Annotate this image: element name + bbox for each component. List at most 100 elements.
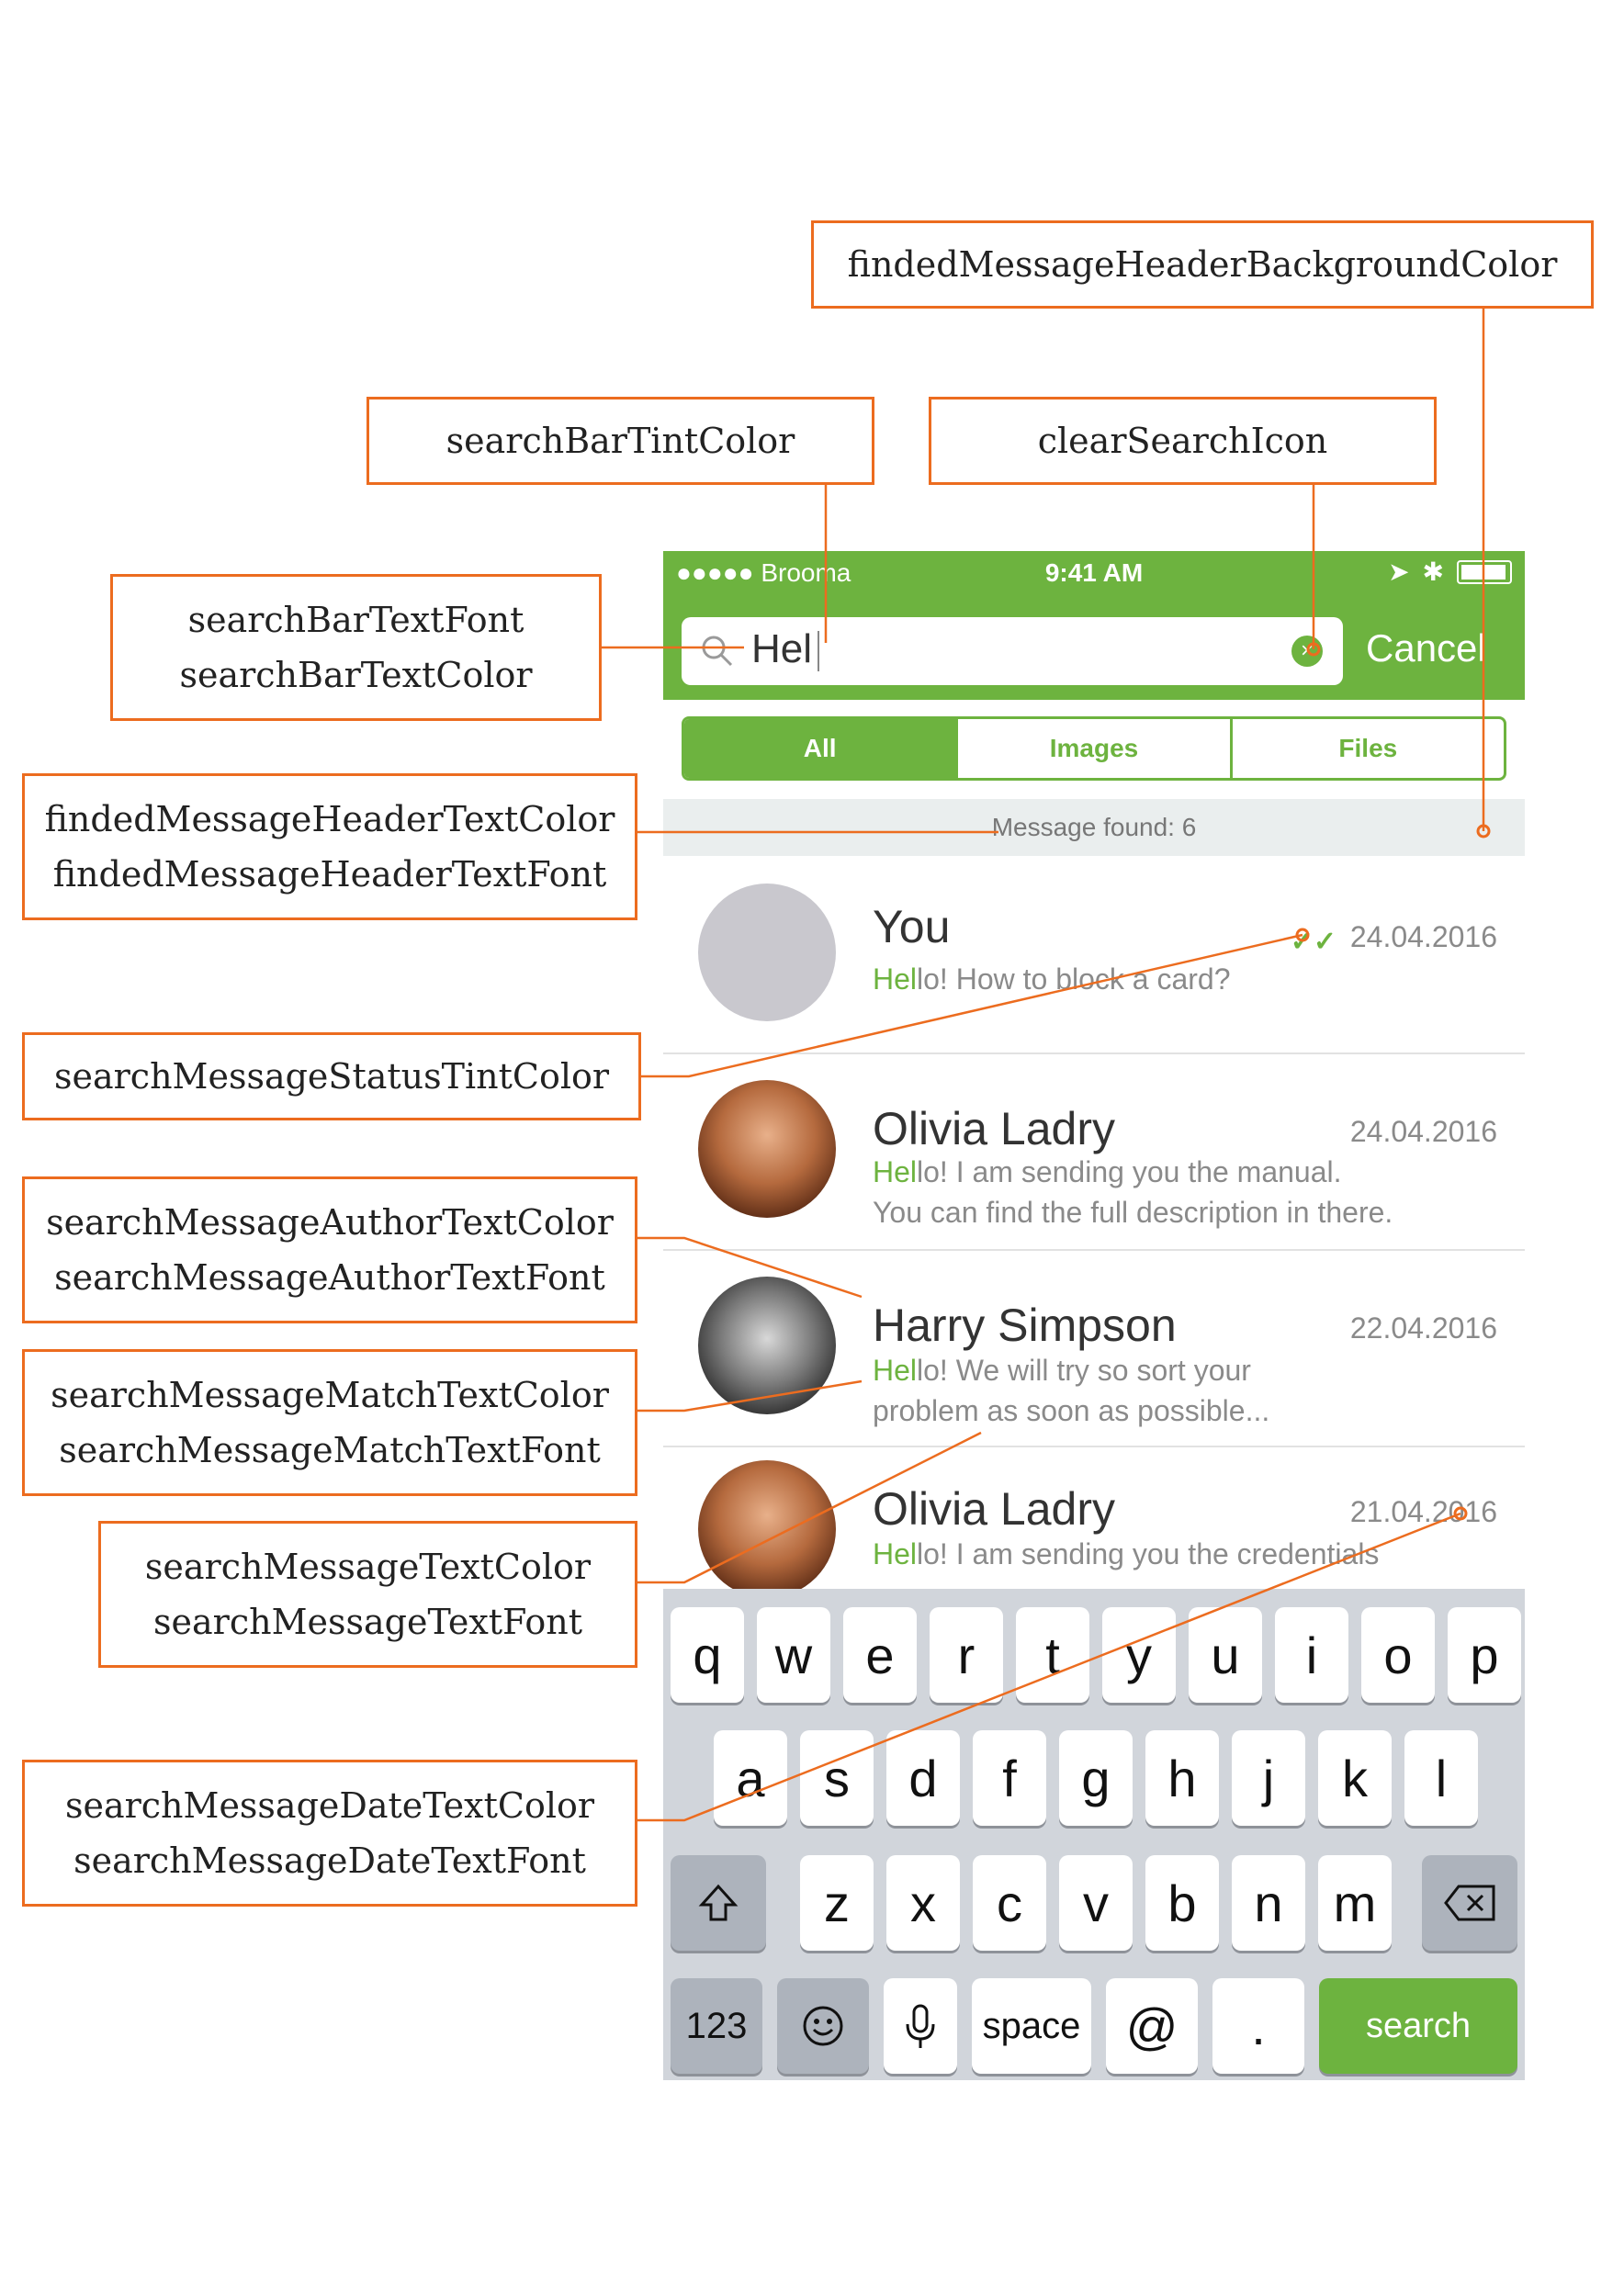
at-key[interactable]: @	[1106, 1978, 1198, 2074]
annotation-status-tint: searchMessageStatusTintColor	[22, 1032, 641, 1120]
search-button[interactable]: search	[1319, 1978, 1517, 2074]
message-preview: Hello! How to block a card?	[873, 959, 1460, 999]
key-v[interactable]: v	[1059, 1855, 1133, 1951]
emoji-icon	[803, 2006, 843, 2046]
key-a[interactable]: a	[714, 1730, 787, 1826]
key-l[interactable]: l	[1404, 1730, 1478, 1826]
message-preview: Hello! I am sending you the manual. You …	[873, 1152, 1460, 1232]
key-e[interactable]: e	[843, 1607, 917, 1703]
search-input[interactable]: Hel ×	[682, 617, 1343, 685]
annotation-label: findedMessageHeaderTextColor	[44, 799, 615, 839]
message-author: Harry Simpson	[873, 1300, 1177, 1351]
key-n[interactable]: n	[1232, 1855, 1305, 1951]
microphone-icon	[906, 2004, 935, 2048]
annotation-label: searchBarTextFont	[187, 600, 524, 640]
annotation-label: searchBarTextColor	[179, 655, 533, 695]
double-check-icon: ✓✓	[1290, 927, 1336, 957]
avatar	[698, 884, 836, 1021]
key-h[interactable]: h	[1145, 1730, 1219, 1826]
annotation-search-bar-tint: searchBarTintColor	[367, 397, 874, 485]
key-u[interactable]: u	[1189, 1607, 1262, 1703]
annotation-message-text: searchMessageTextColor searchMessageText…	[98, 1521, 637, 1668]
message-date: 24.04.2016	[1349, 1115, 1497, 1148]
shift-key[interactable]	[671, 1855, 766, 1951]
key-g[interactable]: g	[1059, 1730, 1133, 1826]
message-text: lo! I am sending you the credentials	[917, 1537, 1380, 1570]
message-date: 24.04.2016	[1349, 920, 1497, 953]
key-f[interactable]: f	[973, 1730, 1046, 1826]
key-p[interactable]: p	[1448, 1607, 1521, 1703]
annotation-header-background: findedMessageHeaderBackgroundColor	[811, 220, 1594, 309]
backspace-key[interactable]	[1422, 1855, 1517, 1951]
text-caret	[818, 631, 820, 672]
message-text: lo! We will try so sort your	[917, 1354, 1251, 1387]
backspace-icon	[1444, 1885, 1495, 1921]
numbers-key[interactable]: 123	[671, 1978, 762, 2074]
space-key[interactable]: space	[972, 1978, 1091, 2074]
annotation-label: findedMessageHeaderBackgroundColor	[847, 244, 1558, 285]
annotation-label: searchMessageAuthorTextFont	[54, 1257, 605, 1298]
annotation-author-text: searchMessageAuthorTextColor searchMessa…	[22, 1176, 637, 1323]
phone-screen: ●●●●● Brooma 9:41 AM ➤ ✱ Hel × Cancel Al…	[663, 551, 1525, 2080]
keyboard: q w e r t y u i o p a s d f g h j k l z …	[663, 1589, 1525, 2080]
annotation-label: searchBarTintColor	[445, 421, 795, 461]
key-c[interactable]: c	[973, 1855, 1046, 1951]
avatar	[698, 1277, 836, 1414]
message-text: lo! I am sending you the manual.	[917, 1155, 1342, 1188]
message-text: lo! How to block a card?	[917, 962, 1231, 996]
search-bar: Hel × Cancel	[663, 599, 1525, 700]
key-d[interactable]: d	[886, 1730, 960, 1826]
message-author: You	[873, 901, 951, 952]
key-z[interactable]: z	[800, 1855, 874, 1951]
annotation-match-text: searchMessageMatchTextColor searchMessag…	[22, 1349, 637, 1496]
clear-search-icon[interactable]: ×	[1291, 636, 1323, 667]
message-date: 21.04.2016	[1349, 1495, 1497, 1528]
avatar	[698, 1080, 836, 1218]
tab-files[interactable]: Files	[1233, 719, 1504, 778]
match-text: Hel	[873, 1155, 918, 1188]
message-preview: Hello! We will try so sort your problem …	[873, 1350, 1460, 1431]
tab-images[interactable]: Images	[958, 719, 1233, 778]
shift-icon	[698, 1884, 739, 1921]
search-query: Hel	[751, 626, 813, 671]
key-k[interactable]: k	[1318, 1730, 1392, 1826]
message-date: 22.04.2016	[1349, 1311, 1497, 1345]
location-icon: ➤	[1388, 557, 1410, 586]
key-r[interactable]: r	[930, 1607, 1003, 1703]
found-messages-header: Message found: 6	[663, 799, 1525, 856]
annotation-label: searchMessageTextColor	[144, 1547, 592, 1587]
key-x[interactable]: x	[886, 1855, 960, 1951]
key-t[interactable]: t	[1016, 1607, 1089, 1703]
key-w[interactable]: w	[757, 1607, 830, 1703]
status-bar: ●●●●● Brooma 9:41 AM ➤ ✱	[663, 551, 1525, 599]
microphone-key[interactable]	[884, 1978, 957, 2074]
annotation-search-bar-text: searchBarTextFont searchBarTextColor	[110, 574, 602, 721]
key-s[interactable]: s	[800, 1730, 874, 1826]
annotation-label: searchMessageAuthorTextColor	[46, 1202, 614, 1243]
bluetooth-icon: ✱	[1422, 557, 1444, 586]
message-row[interactable]: Harry Simpson 22.04.2016 Hello! We will …	[663, 1251, 1525, 1447]
key-b[interactable]: b	[1145, 1855, 1219, 1951]
match-text: Hel	[873, 1537, 918, 1570]
key-m[interactable]: m	[1318, 1855, 1392, 1951]
annotation-label: searchMessageTextFont	[153, 1602, 582, 1642]
battery-icon	[1457, 559, 1512, 584]
cancel-button[interactable]: Cancel	[1366, 626, 1486, 670]
key-y[interactable]: y	[1102, 1607, 1176, 1703]
message-row[interactable]: You ✓✓ 24.04.2016 Hello! How to block a …	[663, 860, 1525, 1054]
message-text-line2: problem as soon as possible...	[873, 1394, 1270, 1427]
key-o[interactable]: o	[1361, 1607, 1435, 1703]
annotation-label: findedMessageHeaderTextFont	[52, 854, 607, 895]
key-i[interactable]: i	[1275, 1607, 1348, 1703]
emoji-key[interactable]	[777, 1978, 869, 2074]
message-row[interactable]: Olivia Ladry 24.04.2016 Hello! I am send…	[663, 1054, 1525, 1251]
message-author: Olivia Ladry	[873, 1483, 1115, 1535]
annotation-label: searchMessageDateTextColor	[64, 1785, 595, 1826]
annotation-label: searchMessageDateTextFont	[73, 1840, 586, 1881]
key-j[interactable]: j	[1232, 1730, 1305, 1826]
match-text: Hel	[873, 962, 918, 996]
tab-all[interactable]: All	[684, 719, 959, 778]
message-preview: Hello! I am sending you the credentials	[873, 1534, 1460, 1574]
period-key[interactable]: .	[1212, 1978, 1304, 2074]
key-q[interactable]: q	[671, 1607, 744, 1703]
